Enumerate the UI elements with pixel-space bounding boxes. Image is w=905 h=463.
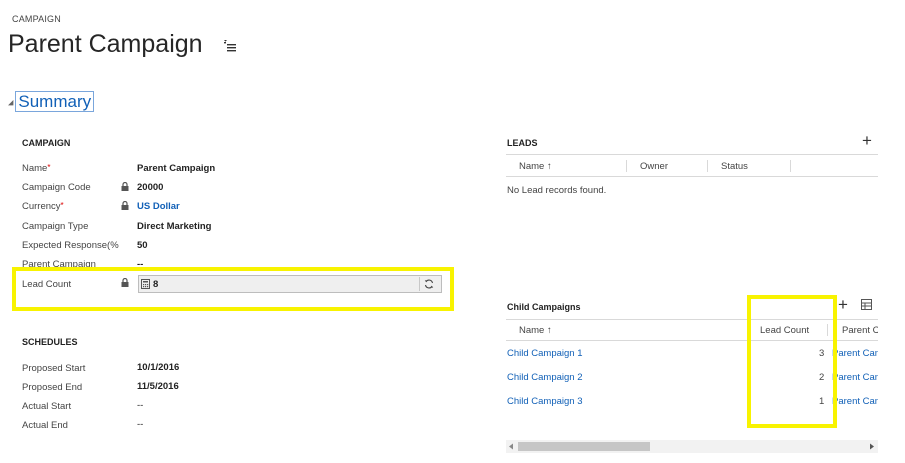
proposed-start-value[interactable]: 10/1/2016 <box>137 362 179 373</box>
menu-icon[interactable] <box>224 40 237 52</box>
leads-grid-title: LEADS <box>507 138 538 148</box>
required-marker: * <box>60 201 64 210</box>
name-field-value[interactable]: Parent Campaign <box>137 163 215 174</box>
grid-view-icon[interactable] <box>861 299 872 310</box>
proposed-end-value[interactable]: 11/5/2016 <box>137 381 179 392</box>
leads-header-bottom-border <box>506 176 878 177</box>
currency-field-label: Currency* <box>22 201 64 212</box>
leads-col-name-label: Name <box>519 161 545 172</box>
scroll-left-arrow-icon[interactable] <box>508 443 514 450</box>
collapse-triangle-icon: ◢ <box>8 99 14 107</box>
name-field-label: Name* <box>22 163 50 174</box>
add-child-campaign-icon[interactable]: + <box>838 295 848 315</box>
child-row-3-parent[interactable]: Parent Cam <box>832 396 878 407</box>
summary-section-toggle[interactable]: ◢ Summary <box>8 91 95 112</box>
required-marker: * <box>47 163 51 172</box>
lock-icon <box>121 201 129 210</box>
child-row-1-parent[interactable]: Parent Cam <box>832 348 878 359</box>
lead-count-highlight <box>12 267 454 311</box>
expected-response-value[interactable]: 50 <box>137 240 148 251</box>
campaign-code-value: 20000 <box>137 182 164 193</box>
page-title: Parent Campaign <box>8 30 203 58</box>
currency-value-link[interactable]: US Dollar <box>137 201 180 212</box>
child-campaigns-title: Child Campaigns <box>507 302 581 312</box>
proposed-end-label: Proposed End <box>22 382 83 393</box>
campaign-code-label: Campaign Code <box>22 182 91 193</box>
leads-header-top-border <box>506 154 878 155</box>
schedules-group-title: SCHEDULES <box>22 337 78 347</box>
sort-asc-icon: ↑ <box>546 325 552 336</box>
summary-section-label: Summary <box>15 91 95 112</box>
column-separator <box>707 160 708 172</box>
actual-end-value[interactable]: -- <box>137 419 143 430</box>
campaign-type-label: Campaign Type <box>22 221 89 232</box>
scroll-right-arrow-icon[interactable] <box>869 443 875 450</box>
expected-response-label: Expected Response(% <box>22 240 119 251</box>
campaign-type-value[interactable]: Direct Marketing <box>137 221 211 232</box>
actual-start-value[interactable]: -- <box>137 400 143 411</box>
campaign-group-title: CAMPAIGN <box>22 138 71 148</box>
child-col-name-label: Name <box>519 325 545 336</box>
child-col-parent[interactable]: Parent C <box>842 325 878 336</box>
child-col-name[interactable]: Name ↑ <box>519 325 552 336</box>
scrollbar-thumb[interactable] <box>518 442 650 451</box>
lead-count-column-highlight <box>747 295 837 428</box>
actual-end-label: Actual End <box>22 420 68 431</box>
child-row-3-name[interactable]: Child Campaign 3 <box>507 396 583 407</box>
leads-empty-message: No Lead records found. <box>507 185 607 196</box>
sort-asc-icon: ↑ <box>546 161 552 172</box>
lock-icon <box>121 182 129 191</box>
leads-col-owner[interactable]: Owner <box>640 161 668 172</box>
child-row-2-parent[interactable]: Parent Cam <box>832 372 878 383</box>
add-lead-icon[interactable]: + <box>862 131 872 151</box>
column-separator <box>626 160 627 172</box>
child-row-2-name[interactable]: Child Campaign 2 <box>507 372 583 383</box>
leads-col-name[interactable]: Name ↑ <box>519 161 552 172</box>
currency-label-text: Currency <box>22 201 61 212</box>
name-label-text: Name <box>22 163 48 174</box>
actual-start-label: Actual Start <box>22 401 72 412</box>
entity-type-label: CAMPAIGN <box>12 14 61 24</box>
leads-col-status[interactable]: Status <box>721 161 748 172</box>
column-separator <box>790 160 791 172</box>
child-row-1-name[interactable]: Child Campaign 1 <box>507 348 583 359</box>
proposed-start-label: Proposed Start <box>22 363 86 374</box>
